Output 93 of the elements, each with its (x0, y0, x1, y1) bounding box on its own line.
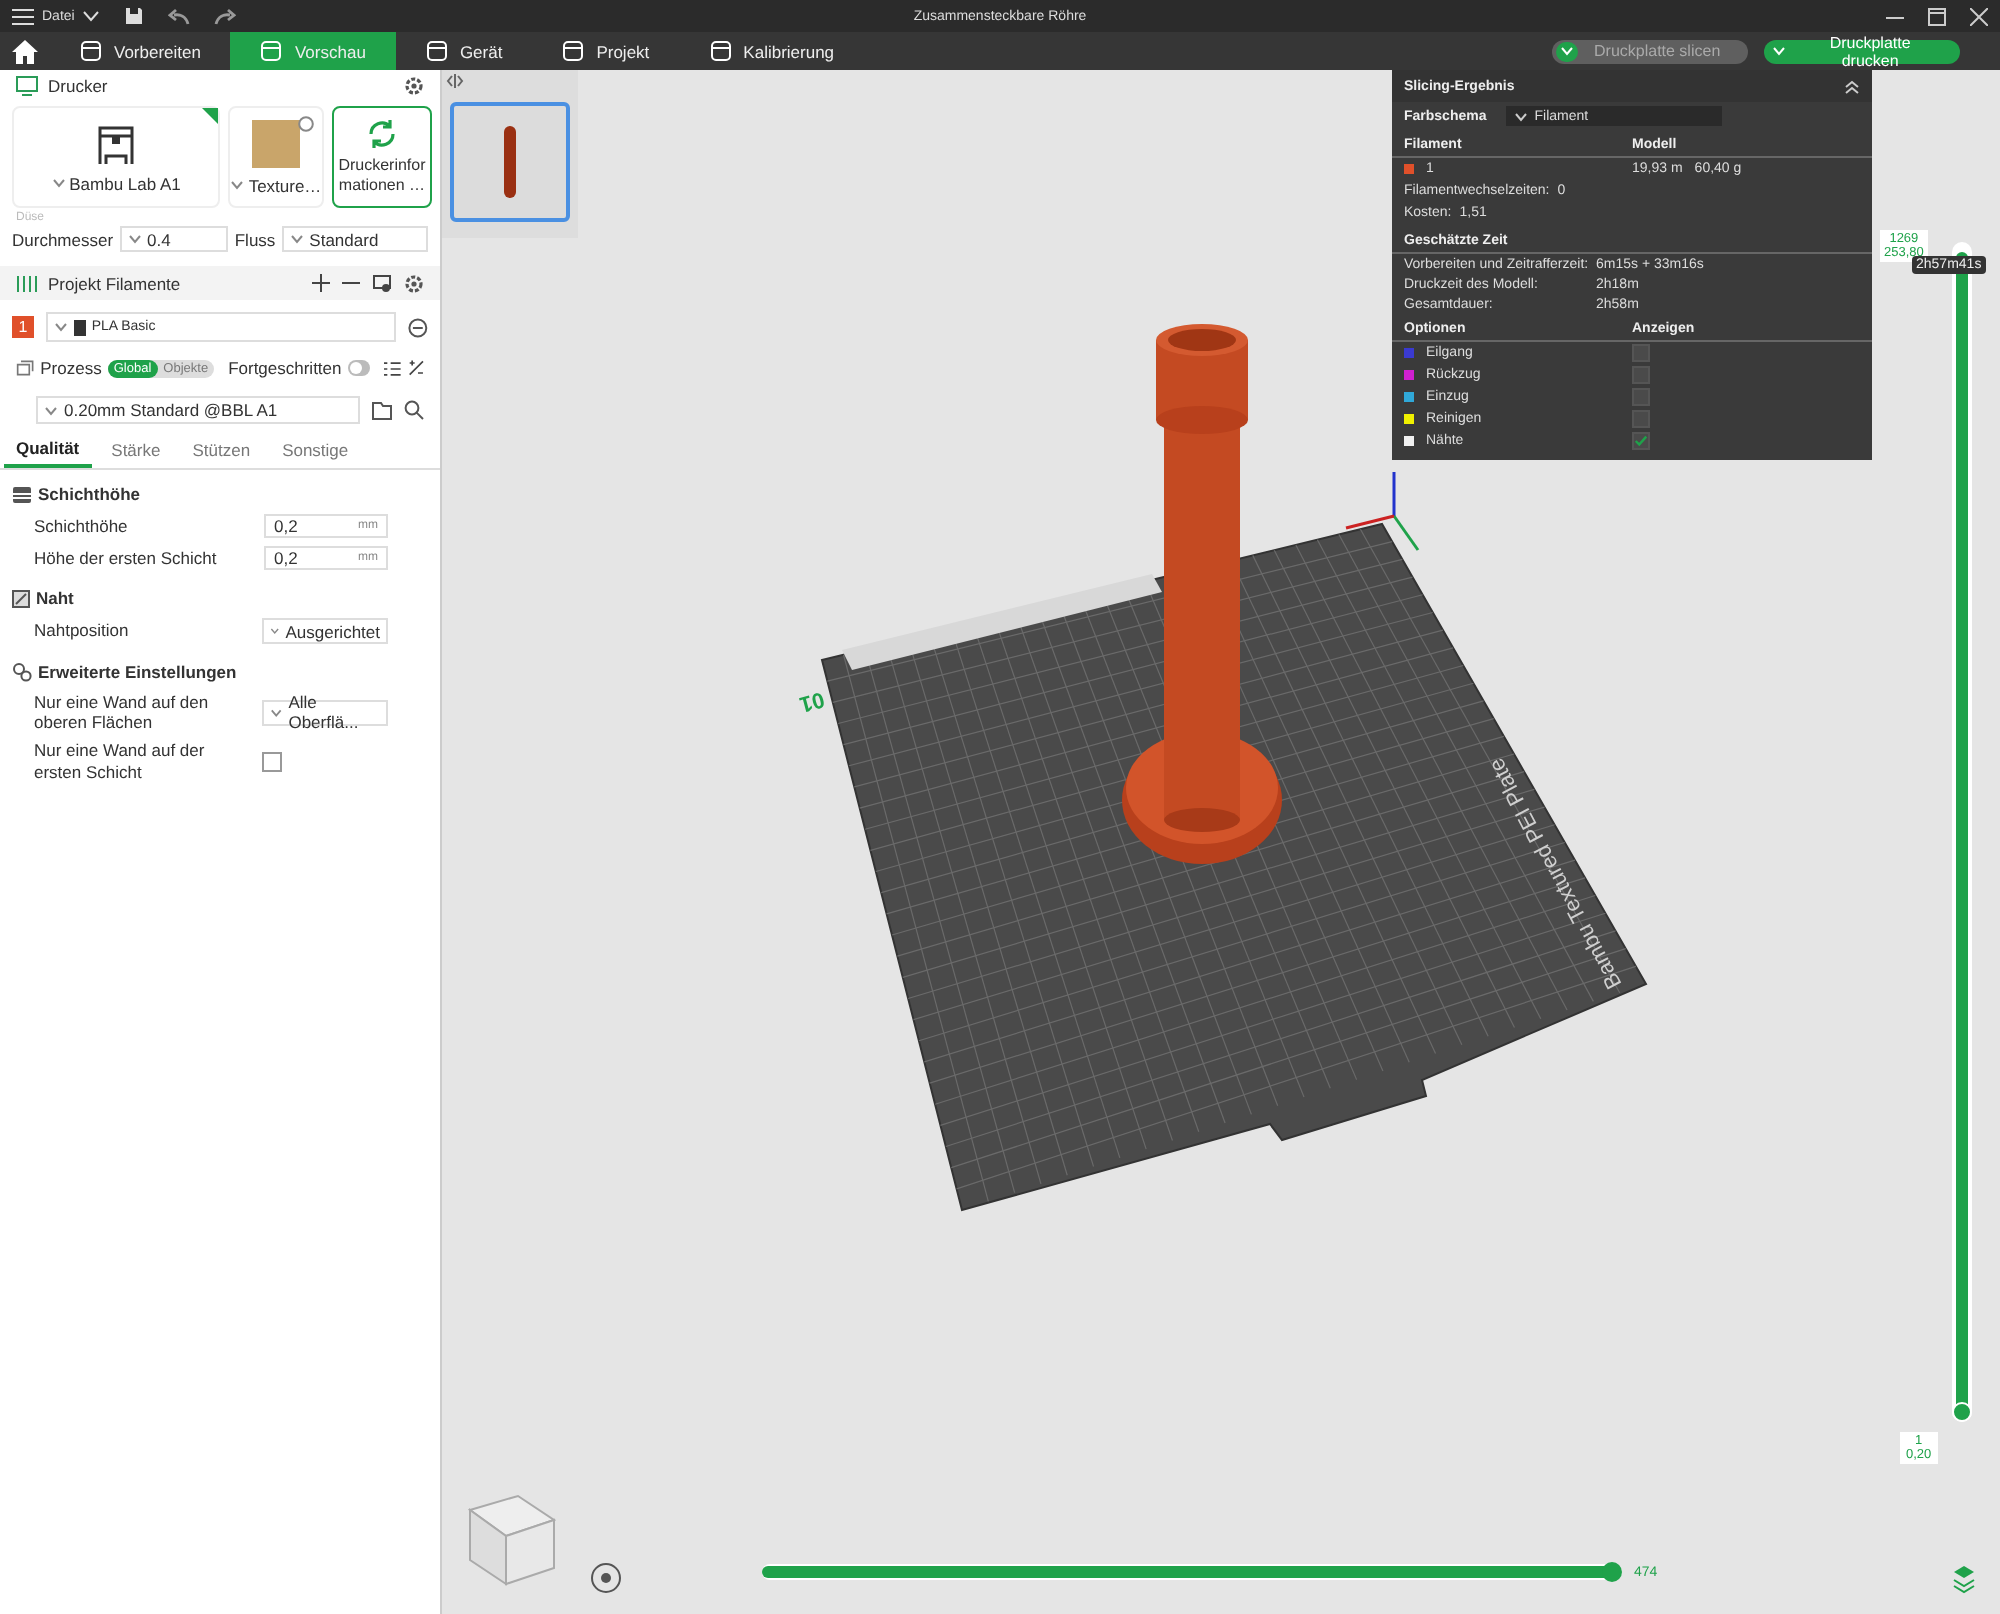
filament-icon (16, 273, 38, 293)
setting-label: Nahtposition (34, 620, 131, 642)
tab[interactable]: Vorbereiten (50, 32, 231, 70)
redo-icon[interactable] (214, 7, 237, 25)
caret-icon (270, 707, 283, 718)
caret-icon (53, 322, 68, 332)
settings-tab[interactable]: Stützen (180, 436, 263, 468)
plate-number: 01 (796, 686, 827, 716)
close-icon[interactable] (1970, 7, 1988, 25)
slider-handle[interactable] (1952, 1402, 1972, 1422)
search-icon[interactable] (404, 400, 424, 420)
tab[interactable]: Projekt (532, 32, 680, 70)
show-checkbox[interactable] (1632, 410, 1650, 428)
sync-filament-icon[interactable] (372, 273, 392, 293)
section-title: Projekt Filamente (48, 273, 181, 293)
settings-icon[interactable] (404, 273, 424, 293)
flow-label: Fluss (234, 229, 276, 249)
printer-name: Bambu Lab A1 (69, 173, 181, 193)
save-icon[interactable] (124, 6, 145, 26)
diameter-label: Durchmesser (12, 229, 114, 249)
caret-icon (289, 234, 304, 244)
layers-icon (12, 485, 32, 503)
compare-icon[interactable] (407, 358, 425, 378)
seam-icon (12, 589, 30, 607)
printer-info-card[interactable]: Druckerinformationen … (332, 106, 432, 208)
setting-dropdown[interactable]: Ausgerichtet (262, 618, 388, 644)
spool-icon (73, 319, 86, 335)
flow-dropdown[interactable]: Standard (281, 226, 428, 252)
settings-tab[interactable]: Qualität (4, 436, 92, 468)
tab[interactable]: Kalibrierung (679, 32, 865, 70)
caret-icon (44, 405, 58, 415)
tab-icon (562, 40, 585, 62)
home-icon[interactable] (12, 39, 38, 63)
caret-icon (127, 234, 142, 244)
show-checkbox[interactable] (1632, 344, 1650, 362)
plate-thumbnail[interactable] (450, 102, 570, 222)
advanced-label: Fortgeschritten (228, 358, 342, 378)
printer-card[interactable]: Bambu Lab A1 (12, 106, 220, 208)
tab-icon (260, 40, 283, 62)
dropdown-arrow-icon[interactable] (1768, 41, 1789, 61)
tab-icon (425, 40, 448, 62)
save-icon[interactable] (372, 401, 392, 419)
section-title: Prozess (40, 358, 102, 378)
setting-label: Schichthöhe (34, 515, 130, 537)
camera-view-icon[interactable] (591, 1563, 621, 1593)
section-title: Schichthöhe (38, 484, 141, 504)
remove-circle-icon[interactable] (408, 317, 428, 337)
plate-card[interactable]: Texture… (228, 106, 324, 208)
menu-icon (12, 7, 34, 25)
slider-handle[interactable] (1602, 1562, 1622, 1582)
show-checkbox[interactable] (1632, 432, 1650, 450)
show-checkbox[interactable] (1632, 388, 1650, 406)
printer-icon (94, 121, 138, 165)
settings-tab[interactable]: Sonstige (270, 436, 361, 468)
show-checkbox[interactable] (1632, 366, 1650, 384)
corner-mark-icon (202, 108, 218, 124)
advanced-switch[interactable] (347, 360, 371, 376)
undo-icon[interactable] (168, 7, 191, 25)
add-icon[interactable] (312, 273, 330, 291)
move-slider[interactable] (762, 1564, 1622, 1580)
collapse-icon[interactable] (446, 74, 464, 88)
caret-icon (1514, 111, 1529, 121)
setting-label: Höhe der ersten Schicht (34, 547, 219, 569)
filament-index: 1 (12, 316, 34, 338)
layers-icon[interactable] (1953, 1566, 1975, 1594)
preset-dropdown[interactable]: 0.20mm Standard @BBL A1 (36, 396, 360, 424)
tab[interactable]: Gerät (395, 32, 533, 70)
list-icon[interactable] (384, 359, 402, 377)
sync-icon (366, 118, 398, 151)
diameter-dropdown[interactable]: 0.4 (119, 226, 229, 252)
caret-icon (51, 178, 66, 188)
info-icon[interactable] (298, 116, 314, 132)
setting-label: Nur eine Wand auf der ersten Schicht (34, 740, 207, 782)
process-icon (16, 358, 35, 378)
gears-icon (12, 662, 32, 682)
setting-dropdown[interactable]: Alle Oberflä... (262, 699, 388, 726)
settings-tab[interactable]: Stärke (99, 436, 173, 468)
tab-icon (709, 40, 732, 62)
caret-icon (230, 180, 245, 190)
maximize-icon[interactable] (1928, 7, 1946, 25)
checkbox[interactable] (262, 751, 282, 772)
section-title: Erweiterte Einstellungen (38, 662, 237, 682)
section-title: Drucker (48, 76, 108, 96)
caret-icon (270, 626, 280, 636)
caret-icon (82, 10, 101, 22)
plate-name: Texture… (248, 175, 322, 195)
settings-icon[interactable] (404, 76, 424, 96)
tab-icon (80, 40, 102, 62)
printer-icon (16, 76, 38, 96)
plate-swatch (252, 119, 300, 167)
setting-label: Nur eine Wand auf den oberen Flächen (34, 692, 211, 733)
printer-info-label: Druckerinformationen … (336, 156, 428, 196)
section-title: Naht (36, 588, 74, 608)
